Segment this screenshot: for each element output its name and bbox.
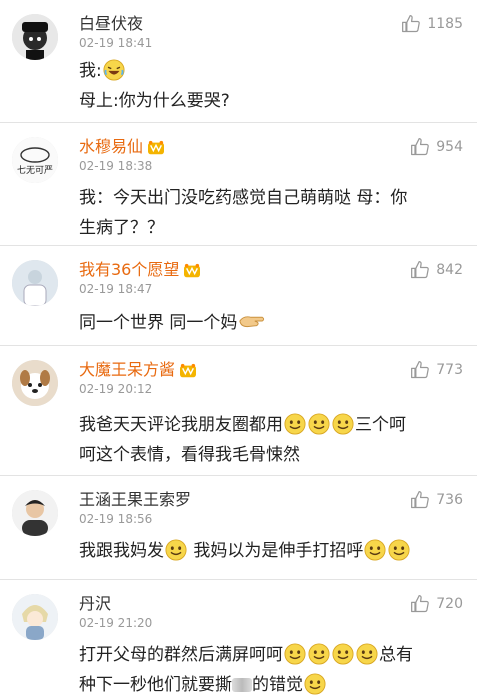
comment-line: 我跟我妈发 — [79, 541, 164, 561]
username-text: 我有36个愿望 — [79, 260, 180, 279]
comment-line: 同一个世界 同一个妈 — [79, 313, 238, 333]
username-text: 水穆易仙 — [79, 137, 144, 156]
smile-emoji-icon — [165, 539, 187, 561]
avatar[interactable] — [12, 490, 58, 536]
username-text: 大魔王呆方酱 — [79, 360, 176, 379]
vip-crown-icon — [183, 263, 201, 279]
avatar[interactable] — [12, 260, 58, 306]
comment-line: 母上:你为什么要哭? — [79, 91, 230, 111]
comment-text: 打开父母的群然后满屏呵呵 总有 种下一秒他们就要撕 的错觉 — [79, 640, 463, 700]
like-button[interactable]: 773 — [410, 360, 463, 380]
smile-emoji-icon — [284, 413, 306, 435]
comment-line: 三个呵 — [355, 415, 406, 435]
vip-crown-icon — [147, 140, 165, 156]
like-button[interactable]: 1185 — [401, 14, 463, 34]
username[interactable]: 王涵王果王索罗 — [79, 486, 191, 510]
laugh-cry-emoji-icon — [103, 59, 125, 81]
smile-emoji-icon — [308, 643, 330, 665]
comment-text: 同一个世界 同一个妈 — [79, 308, 463, 338]
comment-item: 我有36个愿望 02-19 18:47 842 同一个世界 同一个妈 — [0, 246, 477, 346]
avatar[interactable] — [12, 360, 58, 406]
avatar[interactable] — [12, 14, 58, 60]
smile-emoji-icon — [308, 413, 330, 435]
timestamp: 02-19 18:38 — [79, 159, 153, 173]
timestamp: 02-19 21:20 — [79, 616, 153, 630]
username[interactable]: 大魔王呆方酱 — [79, 356, 197, 380]
comment-line: 生病了？？ — [79, 218, 164, 238]
avatar-text: 七无可严 — [17, 165, 53, 176]
like-button[interactable]: 954 — [410, 137, 463, 157]
comment-line: 总有 — [379, 645, 413, 665]
comment-text: 我爸天天评论我朋友圈都用 三个呵 呵这个表情，看得我毛骨悚然 — [79, 410, 463, 470]
like-button[interactable]: 842 — [410, 260, 463, 280]
comment-line: 打开父母的群然后满屏呵呵 — [79, 645, 283, 665]
smile-emoji-icon — [304, 673, 326, 695]
like-count: 954 — [436, 139, 463, 155]
timestamp: 02-19 18:41 — [79, 36, 153, 50]
avatar[interactable] — [12, 594, 58, 640]
comment-line: 种下一秒他们就要撕 — [79, 675, 232, 695]
censored-text — [232, 678, 252, 692]
smile-emoji-icon — [284, 643, 306, 665]
timestamp: 02-19 18:56 — [79, 512, 153, 526]
comment-line: 的错觉 — [252, 675, 303, 695]
username[interactable]: 白昼伏夜 — [79, 10, 143, 34]
smile-emoji-icon — [332, 413, 354, 435]
smile-emoji-icon — [388, 539, 410, 561]
thumbs-up-icon — [410, 360, 430, 380]
comment-text: 我：今天出门没吃药感觉自己萌萌哒 母：你 生病了？？ — [79, 183, 463, 243]
like-button[interactable]: 736 — [410, 490, 463, 510]
comment-line: 呵这个表情，看得我毛骨悚然 — [79, 445, 300, 465]
like-count: 842 — [436, 262, 463, 278]
like-count: 720 — [436, 596, 463, 612]
timestamp: 02-19 20:12 — [79, 382, 153, 396]
timestamp: 02-19 18:47 — [79, 282, 153, 296]
comment-item: 大魔王呆方酱 02-19 20:12 773 我爸天天评论我朋友圈都用 三个呵 呵… — [0, 346, 477, 476]
comment-item: 白昼伏夜 02-19 18:41 1185 我: 母上:你为什么要哭? — [0, 0, 477, 123]
like-count: 1185 — [427, 16, 463, 32]
comment-line: 我：今天出门没吃药感觉自己萌萌哒 母：你 — [79, 188, 408, 208]
vip-crown-icon — [179, 363, 197, 379]
smile-emoji-icon — [332, 643, 354, 665]
smile-emoji-icon — [356, 643, 378, 665]
thumbs-up-icon — [410, 137, 430, 157]
comment-line: 我: — [79, 61, 102, 81]
thumbs-up-icon — [410, 490, 430, 510]
username[interactable]: 水穆易仙 — [79, 133, 165, 157]
handshake-emoji-icon — [238, 311, 266, 333]
like-count: 773 — [436, 362, 463, 378]
avatar[interactable]: 七无可严 — [12, 137, 58, 183]
username[interactable]: 丹沢 — [79, 590, 111, 614]
thumbs-up-icon — [410, 260, 430, 280]
comment-text: 我跟我妈发 我妈以为是伸手打招呼 — [79, 536, 463, 566]
comment-line: 我妈以为是伸手打招呼 — [193, 541, 364, 561]
thumbs-up-icon — [410, 594, 430, 614]
comment-item: 王涵王果王索罗 02-19 18:56 736 我跟我妈发 我妈以为是伸手打招呼 — [0, 476, 477, 580]
username[interactable]: 我有36个愿望 — [79, 256, 201, 280]
thumbs-up-icon — [401, 14, 421, 34]
like-button[interactable]: 720 — [410, 594, 463, 614]
comment-text: 我: 母上:你为什么要哭? — [79, 56, 463, 116]
like-count: 736 — [436, 492, 463, 508]
comment-line: 我爸天天评论我朋友圈都用 — [79, 415, 283, 435]
smile-emoji-icon — [364, 539, 386, 561]
comment-item: 丹沢 02-19 21:20 720 打开父母的群然后满屏呵呵 总有 种下一秒他们… — [0, 580, 477, 698]
comment-item: 七无可严 水穆易仙 02-19 18:38 954 我：今天出门没吃药感觉自己萌… — [0, 123, 477, 246]
